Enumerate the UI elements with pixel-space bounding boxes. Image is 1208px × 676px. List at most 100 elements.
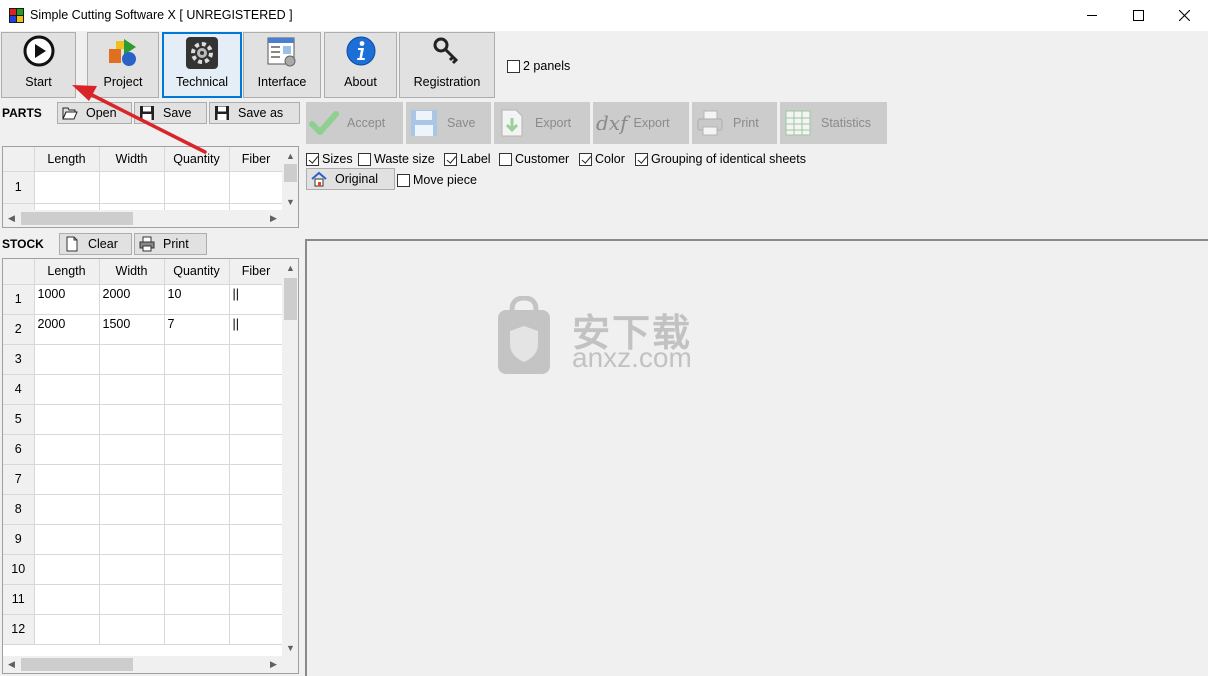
scroll-down-icon[interactable]: ▼ [282, 193, 298, 210]
grouping-option[interactable]: Grouping of identical sheets [635, 152, 806, 166]
row-number[interactable]: 12 [3, 614, 35, 645]
grid-cell[interactable]: || [229, 314, 284, 345]
grid-cell[interactable] [99, 171, 165, 204]
scroll-right-icon[interactable]: ▶ [265, 656, 282, 673]
label-checkbox[interactable] [444, 152, 457, 166]
table-row[interactable]: 3 [3, 344, 284, 375]
start-button[interactable]: Start [1, 32, 76, 98]
parts-save-as-button[interactable]: Save as [209, 102, 300, 124]
grid-cell[interactable] [99, 554, 165, 585]
grid-cell[interactable] [99, 434, 165, 465]
grid-cell[interactable] [99, 374, 165, 405]
label-option[interactable]: Label [444, 152, 491, 166]
table-row[interactable]: 1 [3, 171, 284, 204]
grid-cell[interactable] [34, 614, 100, 645]
column-header[interactable]: Quantity [164, 147, 230, 172]
grid-cell[interactable] [229, 171, 284, 204]
column-header[interactable]: Fiber [229, 147, 284, 172]
grid-cell[interactable] [99, 464, 165, 495]
scroll-right-icon[interactable]: ▶ [265, 210, 282, 227]
parts-grid[interactable]: Length Width Quantity Fiber 1 ▲ ▼ ◀ ▶ [2, 146, 299, 228]
column-header[interactable]: Length [34, 259, 100, 285]
parts-open-button[interactable]: Open [57, 102, 132, 124]
cutting-layout-canvas[interactable] [305, 239, 1208, 676]
grid-cell[interactable] [99, 404, 165, 435]
grid-cell[interactable]: 7 [164, 314, 230, 345]
scroll-up-icon[interactable]: ▲ [282, 147, 298, 164]
grid-cell[interactable] [229, 434, 284, 465]
grid-cell[interactable] [164, 171, 230, 204]
result-save-button[interactable]: Save [406, 102, 491, 144]
scroll-left-icon[interactable]: ◀ [3, 210, 20, 227]
grid-cell[interactable] [99, 524, 165, 555]
grid-cell[interactable] [34, 494, 100, 525]
grid-cell[interactable] [99, 344, 165, 375]
grid-cell[interactable] [229, 614, 284, 645]
scroll-thumb[interactable] [284, 164, 297, 182]
statistics-button[interactable]: Statistics [780, 102, 887, 144]
grid-cell[interactable] [164, 614, 230, 645]
technical-button[interactable]: Technical [162, 32, 242, 98]
grid-cell[interactable] [229, 524, 284, 555]
move-piece-checkbox[interactable] [397, 173, 410, 187]
grid-cell[interactable] [99, 614, 165, 645]
interface-button[interactable]: Interface [243, 32, 321, 98]
scroll-thumb[interactable] [21, 212, 133, 225]
grid-cell[interactable] [99, 494, 165, 525]
export-dxf-button[interactable]: dxf Export [593, 102, 689, 144]
scroll-left-icon[interactable]: ◀ [3, 656, 20, 673]
stock-grid[interactable]: Length Width Quantity Fiber 1 1000 2000 10 |… [2, 258, 299, 674]
table-row[interactable]: 6 [3, 434, 284, 465]
about-button[interactable]: About [324, 32, 397, 98]
row-number[interactable]: 5 [3, 404, 35, 435]
grid-cell[interactable] [34, 584, 100, 615]
close-button[interactable] [1161, 0, 1207, 31]
scroll-down-icon[interactable]: ▼ [282, 639, 298, 656]
grid-cell[interactable] [229, 344, 284, 375]
row-number[interactable]: 8 [3, 494, 35, 525]
grid-cell[interactable] [34, 374, 100, 405]
result-print-button[interactable]: Print [692, 102, 777, 144]
color-checkbox[interactable] [579, 152, 592, 166]
grouping-checkbox[interactable] [635, 152, 648, 166]
grid-cell[interactable] [229, 374, 284, 405]
grid-cell[interactable] [229, 464, 284, 495]
column-header[interactable]: Width [99, 147, 165, 172]
color-option[interactable]: Color [579, 152, 625, 166]
row-number[interactable]: 7 [3, 464, 35, 495]
grid-cell[interactable] [34, 434, 100, 465]
table-row[interactable]: 11 [3, 584, 284, 615]
row-number[interactable]: 1 [3, 171, 35, 204]
grid-cell[interactable]: 1500 [99, 314, 165, 345]
table-row[interactable]: 2 2000 1500 7 || [3, 314, 284, 345]
table-row[interactable]: 5 [3, 404, 284, 435]
row-number[interactable]: 1 [3, 284, 35, 315]
grid-cell[interactable]: 1000 [34, 284, 100, 315]
parts-horizontal-scrollbar[interactable]: ◀ ▶ [3, 210, 298, 227]
grid-cell[interactable] [34, 344, 100, 375]
scroll-thumb[interactable] [284, 278, 297, 320]
row-number[interactable]: 9 [3, 524, 35, 555]
project-button[interactable]: Project [87, 32, 159, 98]
table-row[interactable]: 1 1000 2000 10 || [3, 284, 284, 315]
grid-cell[interactable] [164, 554, 230, 585]
original-button[interactable]: Original [306, 168, 395, 190]
grid-cell[interactable] [164, 494, 230, 525]
stock-clear-button[interactable]: Clear [59, 233, 132, 255]
grid-cell[interactable] [34, 524, 100, 555]
grid-cell[interactable] [229, 554, 284, 585]
customer-option[interactable]: Customer [499, 152, 569, 166]
row-number[interactable]: 11 [3, 584, 35, 615]
stock-print-button[interactable]: Print [134, 233, 207, 255]
grid-cell[interactable]: || [229, 284, 284, 315]
table-row[interactable]: 4 [3, 374, 284, 405]
grid-cell[interactable] [229, 404, 284, 435]
scroll-thumb[interactable] [21, 658, 133, 671]
table-row[interactable]: 10 [3, 554, 284, 585]
parts-vertical-scrollbar[interactable]: ▲ ▼ [282, 147, 298, 211]
grid-cell[interactable] [164, 464, 230, 495]
grid-cell[interactable] [164, 374, 230, 405]
waste-size-option[interactable]: Waste size [358, 152, 435, 166]
grid-cell[interactable] [164, 434, 230, 465]
column-header[interactable]: Fiber [229, 259, 284, 285]
